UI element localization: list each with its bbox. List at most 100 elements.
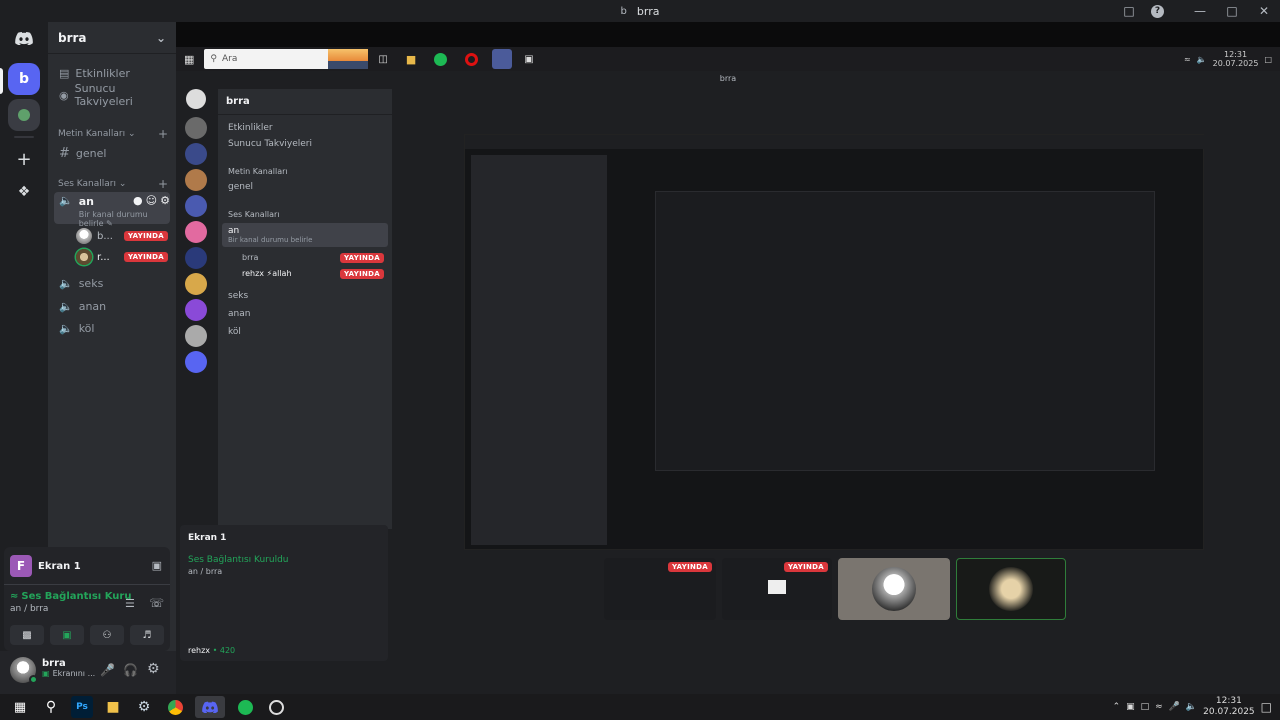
avatar — [76, 249, 92, 265]
video-off-icon: ▩ — [22, 629, 32, 641]
start-icon: ▦ — [184, 52, 195, 66]
connection-info[interactable]: ≈ Ses Bağlantısı Kuru an / brra — [10, 591, 131, 614]
volume-icon[interactable]: 🔈 — [1186, 702, 1197, 712]
steam-icon[interactable]: ⚙ — [133, 696, 155, 718]
nested-user: rehzx • 420 — [188, 646, 235, 655]
nested-events: Etkinlikler — [228, 123, 273, 133]
voice-category-label: Ses Kanalları — [58, 179, 116, 189]
boosts-item[interactable]: ◉ Sunucu Takviyeleri — [54, 82, 170, 108]
file-explorer-icon[interactable]: ■ — [102, 696, 124, 718]
discord-icon[interactable] — [195, 696, 225, 718]
nested-voice-category: Ses Kanalları — [228, 210, 280, 219]
nested-user-name: rehzx — [188, 646, 211, 655]
disconnect-icon[interactable]: ☏ — [149, 596, 164, 610]
opera-icon — [465, 52, 479, 66]
nested-voice-channel: seks — [228, 291, 249, 301]
chevron-down-icon: ⌄ — [127, 129, 136, 139]
voice-category[interactable]: Ses Kanalları ⌄ + — [58, 177, 168, 191]
chevron-up-icon[interactable]: ⌃ — [1113, 702, 1121, 712]
channel-path: an / brra — [10, 604, 49, 614]
recursive-sidebar — [471, 155, 607, 545]
inbox-icon[interactable]: □ — [1119, 2, 1139, 20]
discord-home-icon[interactable] — [8, 22, 40, 54]
channel-genel[interactable]: # genel — [54, 143, 170, 163]
network-icon[interactable]: ▣ — [1126, 702, 1135, 712]
nested-server-icon — [185, 299, 207, 321]
user-panel: brra ▣ Ekranını ... 🎤 🎧 ⚙ — [0, 651, 176, 694]
nested-text-category: Metin Kanalları — [228, 167, 288, 176]
gear-icon[interactable]: ⚙ — [160, 195, 170, 208]
nested-server-name: brra — [226, 96, 250, 107]
calendar-icon: ▤ — [59, 66, 70, 80]
photoshop-icon[interactable]: Ps — [71, 696, 93, 718]
volume-icon: 🔈 — [1196, 54, 1207, 64]
activity-button[interactable]: ⚇ — [90, 625, 124, 645]
video-off-button[interactable]: ▩ — [10, 625, 44, 645]
gear-icon[interactable]: ⚙ — [147, 661, 160, 677]
system-tray: ⌃ ▣ □ ≈ 🎤 🔈 12:31 20.07.2025 □ — [1113, 694, 1272, 720]
voice-user-name: b... — [97, 230, 113, 242]
discover-icon[interactable]: ❖ — [8, 176, 40, 208]
text-category[interactable]: Metin Kanalları ⌄ + — [58, 127, 168, 141]
start-icon[interactable]: ▦ — [9, 696, 31, 718]
display-icon[interactable]: □ — [1141, 702, 1150, 712]
speaker-icon: 🔈 — [59, 194, 73, 207]
nested-stream-preview — [464, 134, 1205, 550]
stream-view[interactable]: ▦ ⚲ Ara ◫ ■ ▣ ≈ 🔈 12:31 20.07.2025 □ brr… — [176, 22, 1280, 694]
nested-server-icon — [185, 117, 207, 139]
voice-user-1[interactable]: b... YAYINDA — [76, 226, 168, 246]
server-folder-icon[interactable] — [8, 99, 40, 131]
nested-sidebar: brra Etkinlikler Sunucu Takviyeleri Meti… — [218, 89, 392, 529]
nested-voice-channel: anan — [228, 309, 251, 319]
user-info[interactable]: brra ▣ Ekranını ... — [42, 658, 95, 678]
events-item[interactable]: ▤ Etkinlikler — [54, 63, 170, 83]
server-header[interactable]: brra ⌄ — [48, 22, 176, 54]
voice-channel-kol[interactable]: 🔈 köl — [54, 318, 170, 338]
popout-icon[interactable]: ▣ — [152, 559, 162, 572]
microphone-icon[interactable]: 🎤 — [100, 663, 115, 677]
nested-connection-status: Ses Bağlantısı Kuruldu — [188, 555, 289, 565]
recursive-window — [655, 191, 1155, 471]
chat-icon[interactable]: ● — [133, 195, 143, 208]
wifi-icon[interactable]: ≈ — [1155, 702, 1163, 712]
voice-user-2[interactable]: r... YAYINDA — [76, 247, 168, 267]
avatar — [872, 567, 916, 611]
chrome-icon[interactable] — [164, 696, 186, 718]
maximize-button[interactable]: □ — [1222, 2, 1242, 20]
user-status: Ekranını ... — [52, 669, 96, 678]
file-explorer-icon: ■ — [405, 52, 417, 66]
avatar — [989, 567, 1033, 611]
nested-search-box: ⚲ Ara — [204, 49, 369, 69]
search-icon[interactable]: ⚲ — [40, 696, 62, 718]
invite-icon[interactable]: ☺ — [146, 195, 157, 208]
notification-icon[interactable]: □ — [1261, 700, 1272, 714]
stream-avatar: F — [10, 555, 32, 577]
wifi-icon: ≈ — [1183, 54, 1191, 64]
voice-channel-anan[interactable]: 🔈 anan — [54, 296, 170, 316]
stream-preview[interactable]: F Ekran 1 — [10, 555, 81, 577]
microphone-icon[interactable]: 🎤 — [1169, 702, 1180, 712]
rail-separator — [14, 136, 34, 138]
help-icon[interactable]: ? — [1151, 4, 1164, 18]
add-voice-channel-icon[interactable]: + — [158, 177, 168, 191]
obs-icon[interactable] — [265, 696, 287, 718]
clock[interactable]: 12:31 20.07.2025 — [1203, 696, 1255, 718]
chevron-down-icon: ⌄ — [155, 30, 166, 45]
events-label: Etkinlikler — [75, 66, 130, 80]
noise-suppression-icon[interactable]: ☰ — [125, 597, 135, 610]
nested-server-icon — [185, 325, 207, 347]
soundboard-button[interactable]: ♬ — [130, 625, 164, 645]
avatar — [76, 228, 92, 244]
add-server-icon[interactable]: + — [8, 143, 40, 175]
spotify-icon[interactable] — [234, 696, 256, 718]
voice-channel-an[interactable]: 🔈 an ● ☺ ⚙ Bir kanal durumu belirle ✎ — [54, 192, 170, 228]
voice-channel-seks[interactable]: 🔈 seks — [54, 273, 170, 293]
close-button[interactable]: ✕ — [1254, 2, 1274, 20]
screen-share-button[interactable]: ▣ — [50, 625, 84, 645]
minimize-button[interactable]: — — [1190, 2, 1210, 20]
headphones-icon[interactable]: 🎧 — [123, 663, 138, 677]
signal-icon: ≈ — [10, 591, 19, 602]
server-brra-icon[interactable]: b — [8, 63, 40, 95]
channel-genel-label: genel — [75, 146, 107, 160]
add-channel-icon[interactable]: + — [158, 127, 168, 141]
